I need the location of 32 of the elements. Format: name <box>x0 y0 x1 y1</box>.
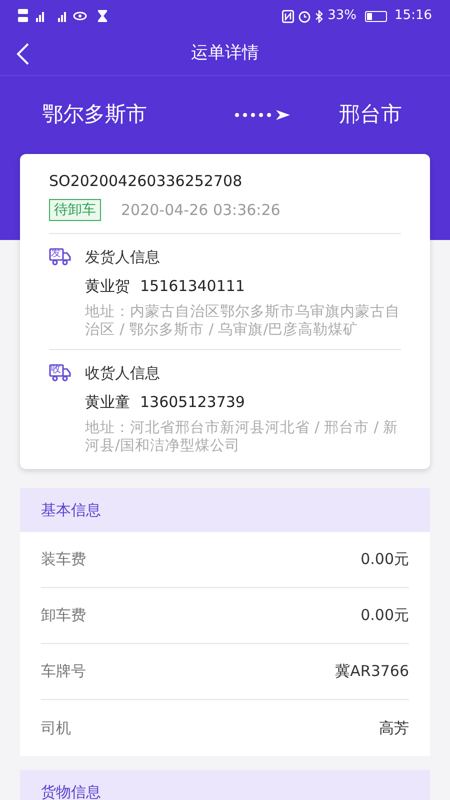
alarm-icon <box>298 10 311 22</box>
battery-icon <box>364 10 387 22</box>
address-text: 地址：内蒙古自治区鄂尔多斯市乌审旗内蒙古自治区 / 鄂尔多斯市 / 乌审旗/巴彦高勒煤矿 <box>85 303 401 339</box>
contact-phone: 13605123739 <box>140 392 245 412</box>
battery-percent: 33% <box>328 7 357 26</box>
contact-name: 黄业童 <box>85 392 130 412</box>
field-value: 0.00元 <box>360 549 409 570</box>
bluetooth-icon <box>314 10 324 22</box>
order-number: SO202004260336252708 <box>49 171 244 192</box>
field-label: 卸车费 <box>41 605 86 626</box>
field-value: 冀AR3766 <box>335 661 409 682</box>
field-label: 司机 <box>41 718 71 739</box>
nfc-icon <box>282 10 294 22</box>
address-text: 地址：河北省邢台市新河县河北省 / 邢台市 / 新河县/国和洁净型煤公司 <box>85 419 400 455</box>
hourglass-icon <box>98 10 107 22</box>
field-value: 0.00元 <box>360 605 409 626</box>
field-value: 高芳 <box>379 718 409 739</box>
back-button[interactable] <box>16 42 30 66</box>
contact-phone: 15161340111 <box>140 276 245 296</box>
contact-name: 黄业贺 <box>85 276 130 296</box>
field-label: 车牌号 <box>41 661 86 682</box>
status-tag: 待卸车 <box>49 198 101 221</box>
section-title: 货物信息 <box>41 782 101 800</box>
order-time: 2020-04-26 03:36:26 <box>121 200 280 220</box>
section-title: 基本信息 <box>41 500 101 521</box>
destination-city: 邢台市 <box>339 101 402 128</box>
page-title: 运单详情 <box>191 42 259 65</box>
party-heading: 收货人信息 <box>85 363 161 384</box>
field-label: 装车费 <box>41 549 86 570</box>
clock-time: 15:16 <box>394 7 432 26</box>
origin-city: 鄂尔多斯市 <box>42 101 148 128</box>
party-heading: 发货人信息 <box>85 247 161 268</box>
